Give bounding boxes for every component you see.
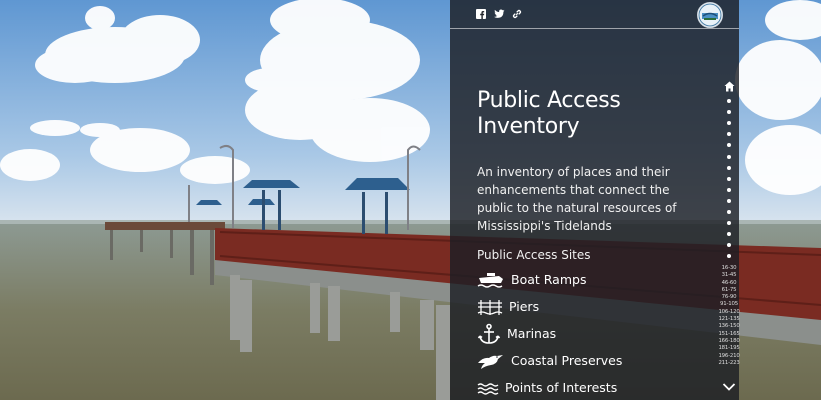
site-label: Boat Ramps	[511, 272, 587, 287]
site-item-boat-ramps[interactable]: Boat Ramps	[477, 266, 717, 293]
page-description: An inventory of places and their enhance…	[477, 165, 677, 233]
story-panel: Public Access Inventory An inventory of …	[450, 0, 739, 400]
nav-range-link[interactable]: 106-120	[718, 309, 740, 316]
pier-icon	[477, 297, 503, 317]
chevron-down-icon[interactable]	[722, 382, 736, 392]
nav-dot[interactable]	[727, 165, 731, 170]
nav-dot[interactable]	[727, 243, 731, 248]
nav-range-link[interactable]: 16-30	[718, 265, 740, 272]
nav-dot[interactable]	[727, 187, 731, 192]
nav-dot[interactable]	[727, 210, 731, 214]
anchor-icon	[477, 323, 501, 345]
sites-heading: Public Access Sites	[477, 248, 591, 262]
facebook-icon[interactable]	[475, 8, 487, 20]
site-item-piers[interactable]: Piers	[477, 293, 717, 320]
nav-range-link[interactable]: 46-60	[718, 280, 740, 287]
site-label: Marinas	[507, 326, 557, 341]
nav-dot[interactable]	[727, 176, 731, 181]
boat-icon	[477, 270, 505, 290]
nav-range-link[interactable]: 166-180	[718, 338, 740, 345]
site-label: Piers	[509, 299, 540, 314]
nav-range-link[interactable]: 61-75	[718, 287, 740, 294]
site-label: Coastal Preserves	[511, 353, 623, 368]
nav-dot[interactable]	[727, 110, 731, 115]
site-item-points-of-interests[interactable]: Points of Interests	[477, 374, 717, 401]
nav-range-link[interactable]: 181-195	[718, 345, 740, 352]
nav-range-link[interactable]: 196-210	[718, 353, 740, 360]
nav-range-link[interactable]: 31-45	[718, 272, 740, 279]
nav-range-link[interactable]: 136-150	[718, 323, 740, 330]
nav-range-link[interactable]: 76-90	[718, 294, 740, 301]
link-icon[interactable]	[511, 8, 523, 20]
agency-seal-logo[interactable]	[697, 2, 723, 28]
bird-icon	[477, 351, 505, 371]
nav-dot[interactable]	[727, 154, 731, 159]
site-item-marinas[interactable]: Marinas	[477, 320, 717, 347]
nav-dot[interactable]	[727, 254, 731, 259]
site-list: Boat Ramps Piers Marinas Coastal Preserv…	[477, 266, 717, 401]
share-icons	[475, 8, 523, 20]
nav-dot[interactable]	[727, 232, 731, 237]
site-label: Points of Interests	[505, 380, 618, 395]
nav-dot[interactable]	[727, 99, 731, 103]
page-title: Public Access Inventory	[477, 88, 621, 139]
share-bar	[450, 0, 739, 29]
nav-range-link[interactable]: 211-223	[718, 360, 740, 367]
section-nav: 16-30 31-45 46-60 61-75 76-90 91-105 106-120 12…	[718, 80, 740, 400]
nav-range-link[interactable]: 121-135	[718, 316, 740, 323]
home-icon[interactable]	[724, 81, 735, 92]
nav-dot[interactable]	[727, 132, 731, 137]
nav-dot[interactable]	[727, 221, 731, 226]
waves-icon	[477, 380, 499, 396]
nav-range-link[interactable]: 91-105	[718, 301, 740, 308]
site-item-coastal-preserves[interactable]: Coastal Preserves	[477, 347, 717, 374]
nav-dot[interactable]	[727, 143, 731, 148]
nav-range-link[interactable]: 151-165	[718, 331, 740, 338]
twitter-icon[interactable]	[493, 8, 505, 20]
nav-dot[interactable]	[727, 198, 731, 203]
nav-ranges: 16-30 31-45 46-60 61-75 76-90 91-105 106-120 12…	[718, 265, 740, 367]
nav-dot[interactable]	[727, 121, 731, 126]
